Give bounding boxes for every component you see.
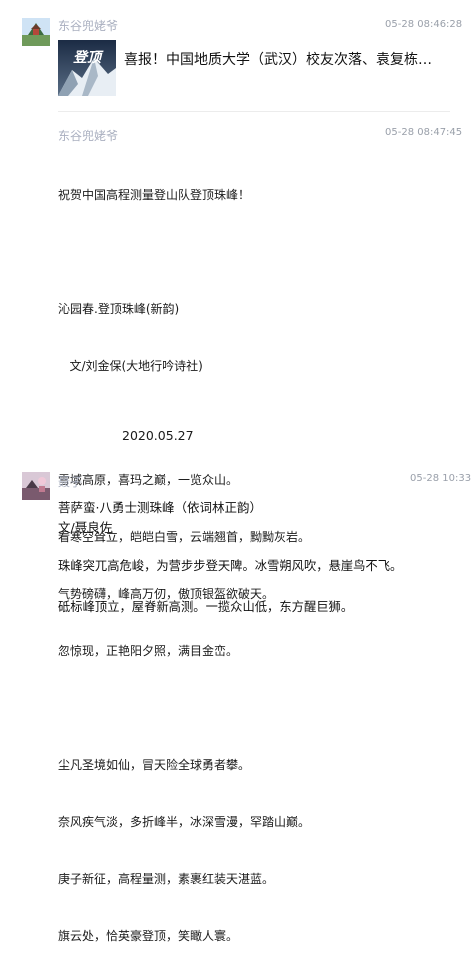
avatar[interactable] <box>22 18 50 46</box>
svg-text:登顶: 登顶 <box>73 49 104 66</box>
message-timestamp: 05-28 10:33 <box>410 473 472 484</box>
message-line: 忽惊现，正艳阳夕照，满目金峦。 <box>58 644 239 658</box>
article-thumbnail: 登顶 <box>58 40 116 96</box>
sender-name: 东谷兜姥爷 <box>58 129 119 143</box>
message-line: 奈风疾气淡，多折峰半，冰深雪漫，罕踏山巅。 <box>58 815 311 829</box>
message-line: ​ <box>58 243 310 262</box>
shared-article-card[interactable]: 登顶 喜报！中国地质大学（武汉）校友次落、袁复栋… <box>58 40 453 98</box>
message-line: 旗云处，恰英豪登顶，笑瞰人寰。 <box>58 929 239 943</box>
message-line: ​ <box>58 699 310 718</box>
message-line: 砥标峰顶立，屋脊新高测。一揽众山低，东方醒巨狮。 <box>58 600 354 614</box>
message-line: 菩萨蛮·八勇士测珠峰（依词林正韵） <box>58 500 262 515</box>
message-line: 文/刘金保(大地行吟诗社) <box>58 359 203 373</box>
article-title[interactable]: 喜报！中国地质大学（武汉）校友次落、袁复栋… <box>124 49 449 69</box>
message-line: 雪域高原，喜玛之巅，一览众山。 <box>58 473 239 487</box>
message-line: 庚子新征，高程量测，素裹红装天湛蓝。 <box>58 872 275 886</box>
message-divider <box>58 111 450 112</box>
message-line: 珠峰突兀高危峻，为营步步登天陴。冰雪朔风吹，悬崖鸟不飞。 <box>58 559 403 573</box>
message-timestamp: 05-28 08:47:45 <box>385 127 463 138</box>
message-line: 尘凡圣境如仙，冒天险全球勇者攀。 <box>58 758 251 772</box>
message-line: 文/聂良佐 <box>58 520 113 535</box>
message-line: 沁园春.登顶珠峰(新韵) <box>58 302 180 316</box>
sender-name: 东谷兜姥爷 <box>58 19 119 33</box>
avatar[interactable] <box>22 472 50 500</box>
message-line: 祝贺中国高程测量登山队登顶珠峰！ <box>58 188 251 202</box>
sender-name: 聂子 <box>58 475 83 489</box>
poem-date: 2020.05.27 <box>122 428 194 443</box>
message-timestamp: 05-28 08:46:28 <box>385 19 463 30</box>
